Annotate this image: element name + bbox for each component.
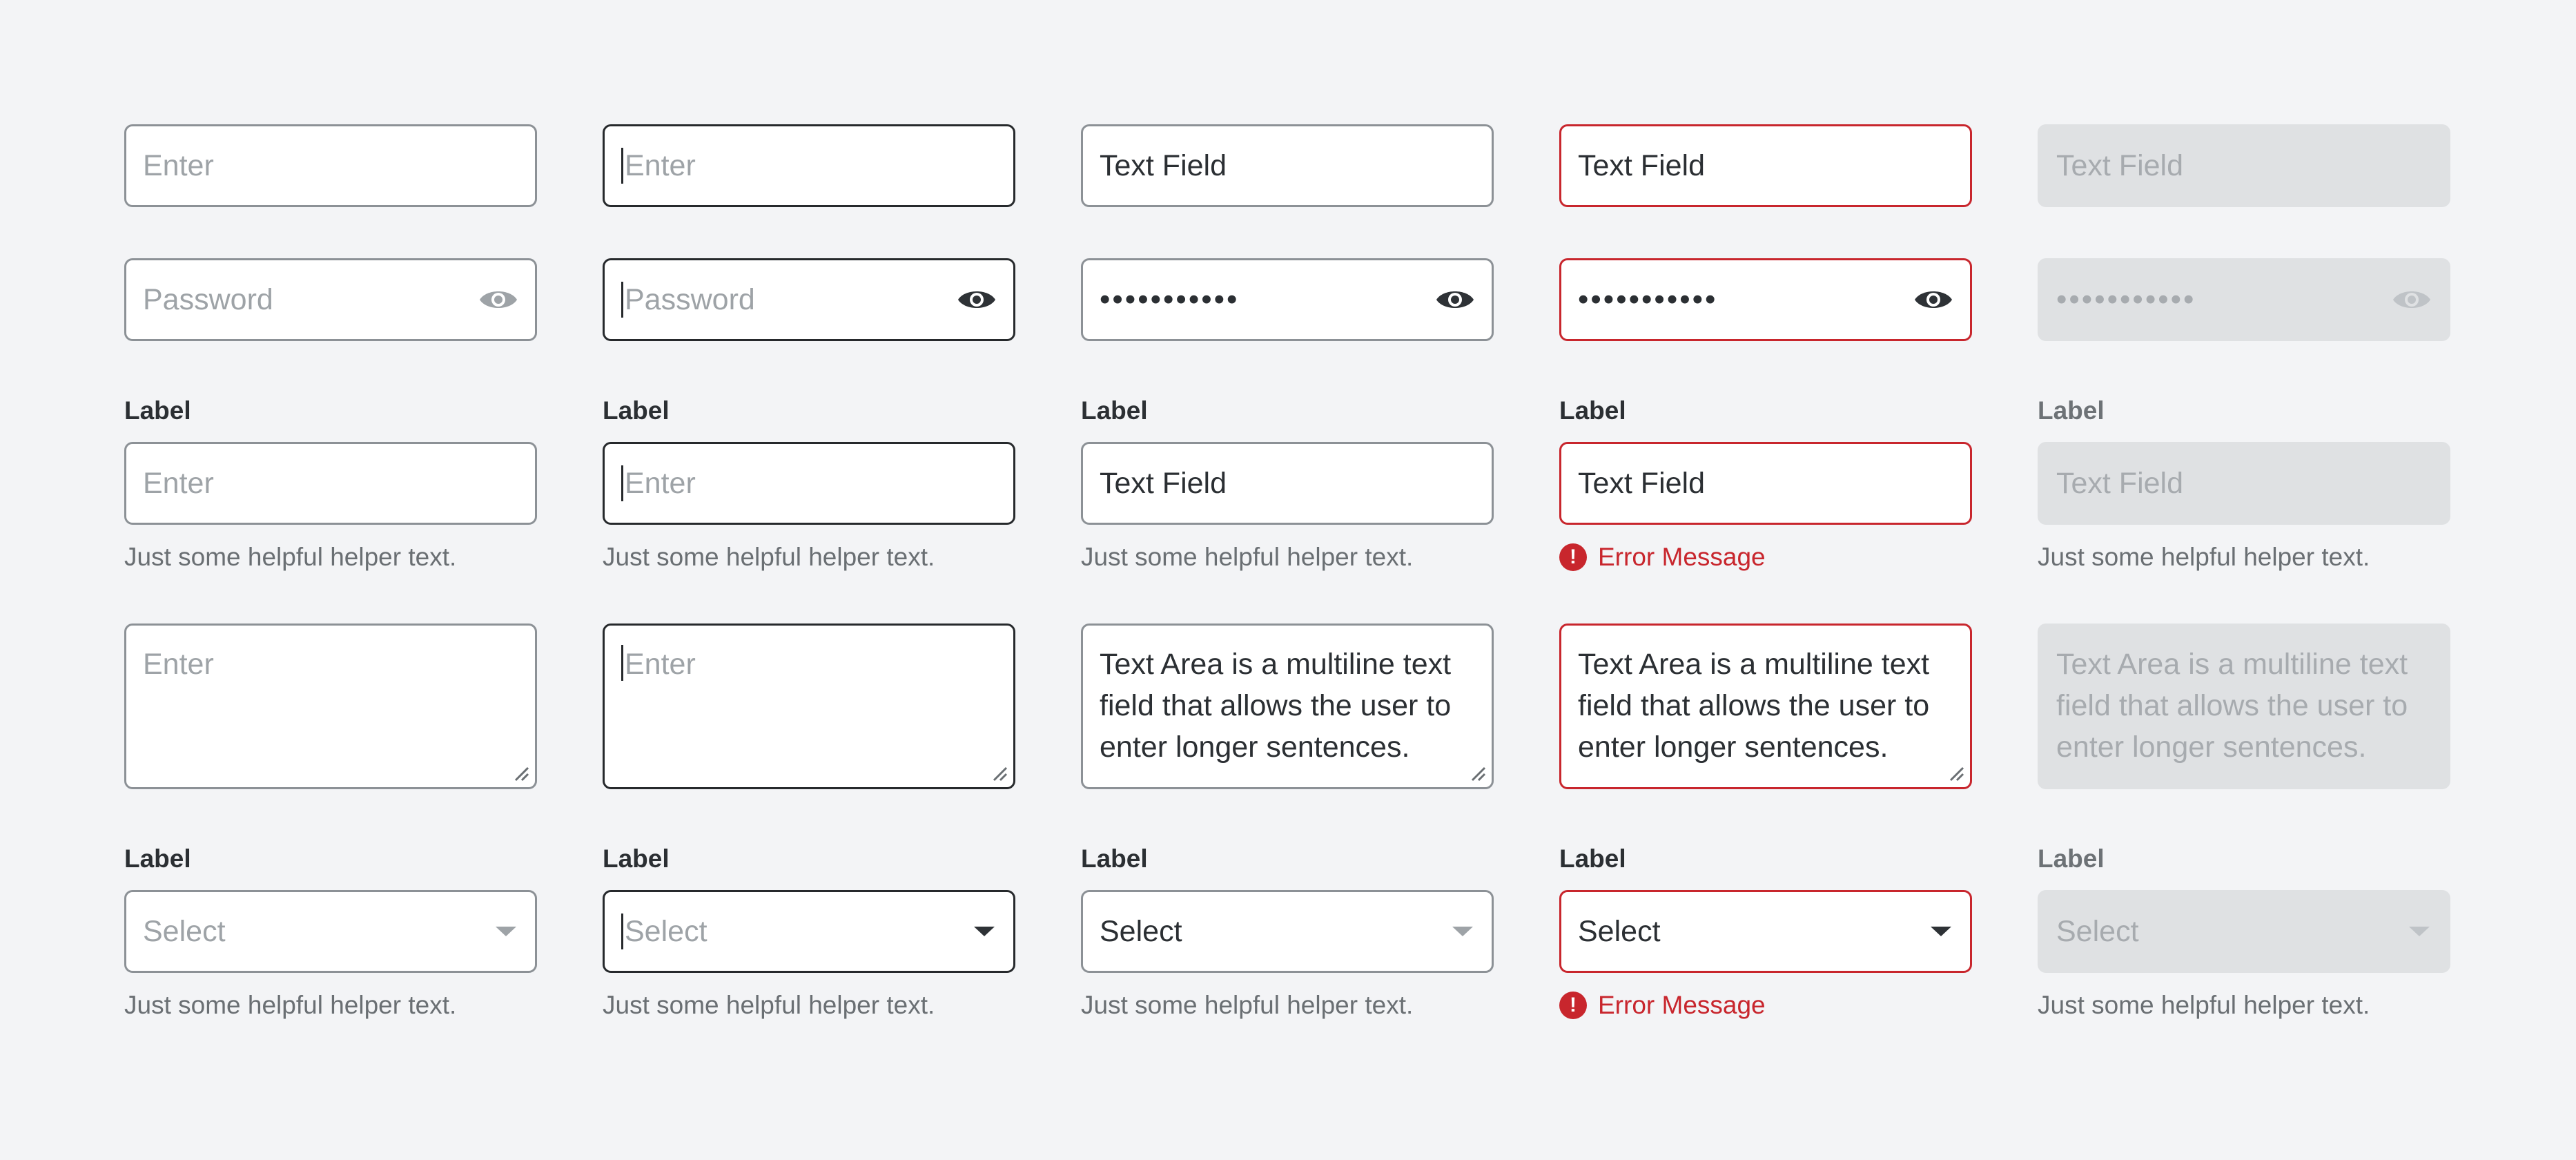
textarea-placeholder: Enter: [625, 648, 696, 681]
eye-icon[interactable]: [1913, 286, 1953, 313]
password-input-error[interactable]: •••••••••••: [1559, 258, 1972, 341]
field-label: Label: [1559, 396, 1626, 425]
input-placeholder: Enter: [143, 466, 214, 500]
resize-handle-icon[interactable]: [1467, 762, 1486, 782]
field-label: Label: [124, 844, 191, 873]
eye-icon[interactable]: [957, 286, 997, 313]
text-input-filled[interactable]: Text Field: [1081, 124, 1494, 207]
textarea-disabled: Text Area is a multiline text field that…: [2038, 624, 2450, 789]
select-focused[interactable]: Select: [603, 890, 1015, 973]
error-icon: !: [1559, 543, 1587, 571]
labeled-input-error[interactable]: Text Field: [1559, 442, 1972, 525]
password-value: •••••••••••: [2056, 282, 2196, 316]
select-placeholder: Select: [143, 914, 226, 948]
labeled-input-focused[interactable]: Enter: [603, 442, 1015, 525]
column-filled: Text Field ••••••••••• Label Text Field …: [1081, 124, 1494, 1020]
textarea-value: Text Area is a multiline text field that…: [2056, 648, 2408, 764]
column-disabled: Text Field ••••••••••• Label Text Field …: [2038, 124, 2450, 1020]
column-default: Enter Password Label Enter Just some hel…: [124, 124, 537, 1020]
input-placeholder: Enter: [625, 148, 696, 182]
select-error[interactable]: Select: [1559, 890, 1972, 973]
field-label: Label: [603, 844, 670, 873]
password-input-disabled: •••••••••••: [2038, 258, 2450, 341]
text-cursor: [621, 282, 623, 318]
eye-icon[interactable]: [478, 286, 518, 313]
helper-text: Just some helpful helper text.: [2038, 543, 2370, 571]
helper-text: Just some helpful helper text.: [603, 543, 935, 571]
select-filled[interactable]: Select: [1081, 890, 1494, 973]
input-value: Text Field: [1100, 148, 1227, 182]
text-input-focused[interactable]: Enter: [603, 124, 1015, 207]
error-icon: !: [1559, 992, 1587, 1019]
input-value: Text Field: [2056, 466, 2184, 500]
password-placeholder: Password: [625, 282, 755, 316]
textarea-placeholder: Enter: [143, 648, 214, 681]
field-label: Label: [124, 396, 191, 425]
helper-text: Just some helpful helper text.: [1081, 543, 1414, 571]
field-label: Label: [1081, 396, 1148, 425]
text-input-error[interactable]: Text Field: [1559, 124, 1972, 207]
password-input-default[interactable]: Password: [124, 258, 537, 341]
text-input-disabled: Text Field: [2038, 124, 2450, 207]
helper-text: Just some helpful helper text.: [124, 543, 457, 571]
helper-text: Just some helpful helper text.: [1081, 991, 1414, 1019]
password-placeholder: Password: [143, 282, 273, 316]
textarea-value: Text Area is a multiline text field that…: [1100, 648, 1452, 764]
password-value: •••••••••••: [1578, 282, 1718, 316]
input-placeholder: Enter: [625, 466, 696, 500]
text-cursor: [621, 465, 623, 501]
text-input-default[interactable]: Enter: [124, 124, 537, 207]
resize-handle-icon[interactable]: [988, 762, 1008, 782]
chevron-down-icon: [1450, 925, 1475, 938]
resize-handle-icon[interactable]: [1945, 762, 1964, 782]
error-message: ! Error Message: [1559, 543, 1972, 572]
textarea-filled[interactable]: Text Area is a multiline text field that…: [1081, 624, 1494, 789]
eye-icon: [2392, 286, 2432, 313]
column-error: Text Field ••••••••••• Label Text Field …: [1559, 124, 1972, 1020]
select-placeholder: Select: [625, 914, 708, 948]
error-message: ! Error Message: [1559, 991, 1972, 1020]
field-label: Label: [603, 396, 670, 425]
input-placeholder: Enter: [143, 148, 214, 182]
helper-text: Just some helpful helper text.: [603, 991, 935, 1019]
password-input-focused[interactable]: Password: [603, 258, 1015, 341]
select-value: Select: [1578, 914, 1661, 948]
select-default[interactable]: Select: [124, 890, 537, 973]
password-input-filled[interactable]: •••••••••••: [1081, 258, 1494, 341]
select-value: Select: [2056, 914, 2139, 948]
input-value: Text Field: [1578, 466, 1706, 500]
text-cursor: [621, 148, 623, 184]
select-value: Select: [1100, 914, 1182, 948]
input-value: Text Field: [2056, 148, 2184, 182]
field-label: Label: [2038, 396, 2105, 425]
input-value: Text Field: [1100, 466, 1227, 500]
textarea-focused[interactable]: Enter: [603, 624, 1015, 789]
column-focused: Enter Password Label Enter Just some hel…: [603, 124, 1015, 1020]
textarea-error[interactable]: Text Area is a multiline text field that…: [1559, 624, 1972, 789]
text-cursor: [621, 914, 623, 949]
form-field-states-grid: Enter Password Label Enter Just some hel…: [124, 124, 2450, 1020]
password-value: •••••••••••: [1100, 282, 1240, 316]
textarea-default[interactable]: Enter: [124, 624, 537, 789]
labeled-input-disabled: Text Field: [2038, 442, 2450, 525]
field-label: Label: [2038, 844, 2105, 873]
textarea-value: Text Area is a multiline text field that…: [1578, 648, 1930, 764]
field-label: Label: [1081, 844, 1148, 873]
chevron-down-icon: [1929, 925, 1953, 938]
text-cursor: [621, 645, 623, 681]
chevron-down-icon: [972, 925, 997, 938]
labeled-input-default[interactable]: Enter: [124, 442, 537, 525]
field-label: Label: [1559, 844, 1626, 873]
resize-handle-icon[interactable]: [510, 762, 529, 782]
chevron-down-icon: [494, 925, 518, 938]
select-disabled: Select: [2038, 890, 2450, 973]
labeled-input-filled[interactable]: Text Field: [1081, 442, 1494, 525]
helper-text: Just some helpful helper text.: [2038, 991, 2370, 1019]
input-value: Text Field: [1578, 148, 1706, 182]
eye-icon[interactable]: [1435, 286, 1475, 313]
chevron-down-icon: [2407, 925, 2432, 938]
helper-text: Just some helpful helper text.: [124, 991, 457, 1019]
